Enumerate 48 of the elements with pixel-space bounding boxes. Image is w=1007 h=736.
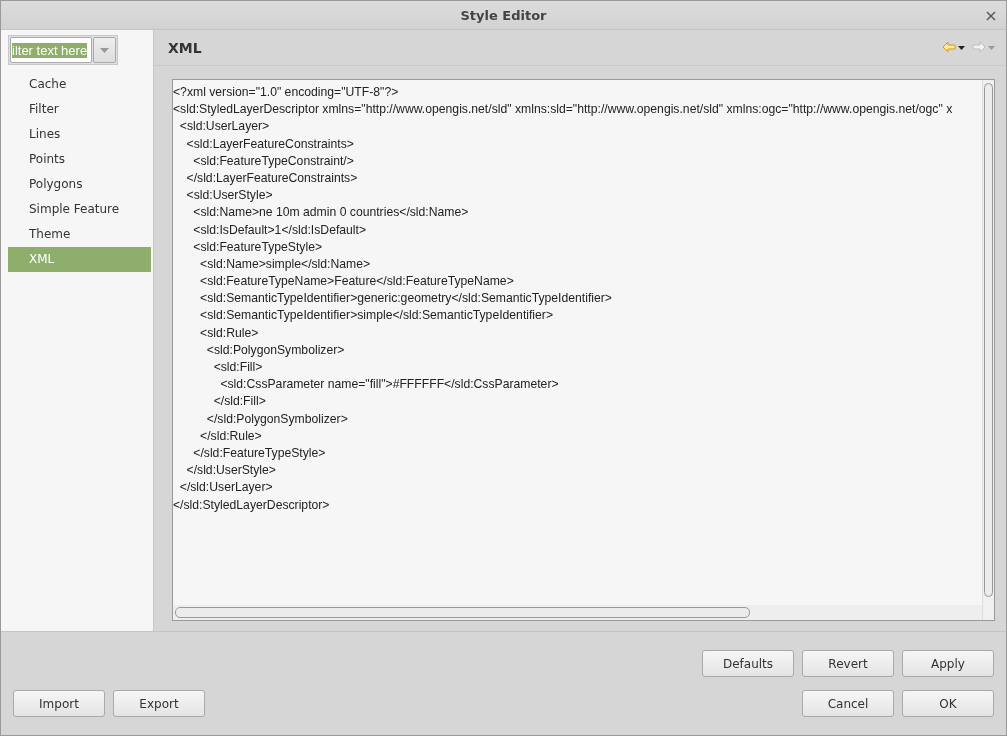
dialog-button[interactable]: Export	[113, 690, 205, 717]
code-line: </sld:Rule>	[199, 427, 262, 445]
dialog-button[interactable]: Cancel	[802, 690, 894, 717]
sidebar-item[interactable]: Filter	[8, 97, 151, 122]
code-line: </sld:UserLayer>	[178, 479, 273, 497]
code-line: <sld:LayerFeatureConstraints>	[185, 135, 354, 153]
code-line: <sld:UserLayer>	[178, 118, 270, 136]
code-line: <sld:IsDefault>1</sld:IsDefault>	[192, 221, 367, 239]
code-line: <sld:FeatureTypeConstraint/>	[192, 152, 354, 170]
code-line: <sld:Fill>	[212, 359, 263, 376]
code-line: <sld:SemanticTypeIdentifier>simple</sld:SemanticTypeIdentifier>	[199, 307, 554, 325]
vertical-scrollbar[interactable]	[982, 80, 994, 620]
back-arrow-icon[interactable]	[942, 41, 966, 54]
sidebar-item[interactable]: Polygons	[8, 172, 151, 197]
code-line: </sld:LayerFeatureConstraints>	[185, 169, 358, 187]
dialog-button[interactable]: Apply	[902, 650, 994, 677]
code-line: <sld:Name>ne 10m admin 0 countries</sld:Name>	[192, 204, 469, 222]
code-line: <sld:Rule>	[199, 324, 259, 342]
code-line: <sld:Name>simple</sld:Name>	[199, 255, 371, 273]
code-line: <sld:PolygonSymbolizer>	[205, 341, 345, 359]
sidebar-item[interactable]: Simple Feature	[8, 197, 151, 222]
code-line: <sld:FeatureTypeStyle>	[192, 238, 323, 256]
horizontal-scrollbar[interactable]	[173, 605, 982, 620]
dialog-button[interactable]: Import	[13, 690, 105, 717]
code-line: <sld:StyledLayerDescriptor xmlns="http://www.opengis.net/sld" xmlns:sld="http://www.opengis.net/sld" xmlns:ogc="http://www.opengis.net/ogc" x	[173, 101, 953, 119]
code-line: </sld:FeatureTypeStyle>	[192, 444, 326, 462]
sidebar-item[interactable]: Points	[8, 147, 151, 172]
sidebar-item[interactable]: Lines	[8, 122, 151, 147]
code-line: <sld:UserStyle>	[185, 187, 273, 205]
code-line: </sld:StyledLayerDescriptor>	[173, 496, 330, 514]
sidebar-item[interactable]: Cache	[8, 72, 151, 97]
code-line: <sld:FeatureTypeName>Feature</sld:FeatureTypeName>	[199, 273, 514, 291]
page-title: XML	[168, 39, 202, 56]
xml-editor[interactable]	[172, 79, 995, 621]
dropdown-caret-icon	[100, 47, 109, 53]
dialog-button[interactable]: OK	[902, 690, 994, 717]
code-line: <?xml version="1.0" encoding="UTF-8"?>	[173, 84, 399, 101]
code-line: </sld:UserStyle>	[185, 462, 276, 480]
close-button[interactable]: ×	[976, 5, 1006, 25]
code-line: <sld:CssParameter name="fill">#FFFFFF</sld:CssParameter>	[219, 376, 559, 394]
filter-field-text: ilter text here	[12, 42, 88, 58]
dialog-button[interactable]: Revert	[802, 650, 894, 677]
sidebar-item[interactable]: Theme	[8, 222, 151, 247]
code-line: </sld:Fill>	[212, 393, 266, 411]
code-line: <sld:SemanticTypeIdentifier>generic:geometry</sld:SemanticTypeIdentifier>	[199, 290, 612, 308]
code-line: </sld:PolygonSymbolizer>	[205, 410, 348, 428]
window-title: Style Editor	[459, 7, 548, 23]
dialog-button[interactable]: Defaults	[702, 650, 794, 677]
